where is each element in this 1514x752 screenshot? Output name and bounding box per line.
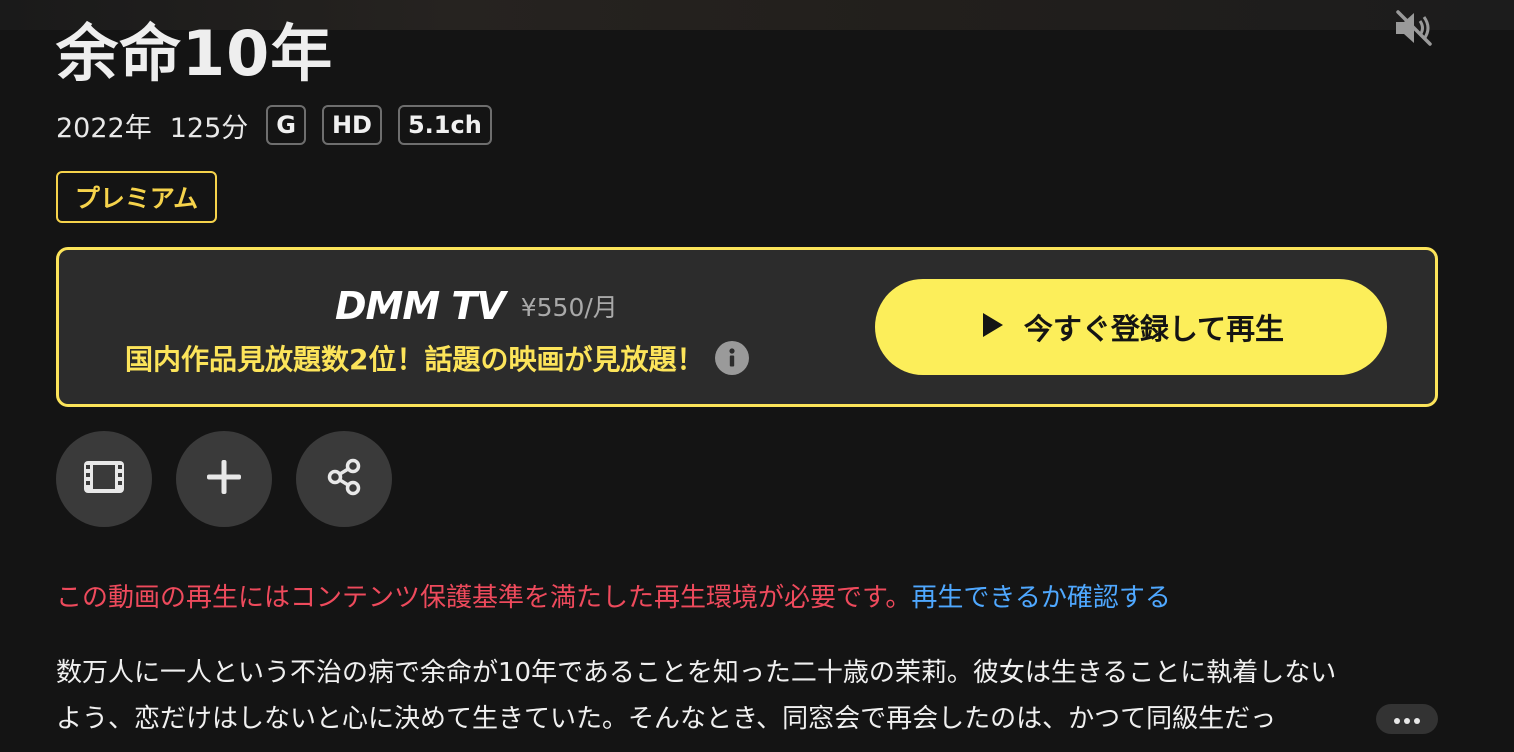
premium-badge: プレミアム: [56, 171, 217, 223]
promo-subtitle: 国内作品見放題数2位！話題の映画が見放題！: [125, 336, 749, 380]
meta-info: 2022年 125分 G HD 5.1ch: [56, 103, 508, 147]
expand-synopsis-button[interactable]: [1376, 704, 1438, 734]
subscription-promo: DMM TV ¥550/月 国内作品見放題数2位！話題の映画が見放題！ 今すぐ登…: [56, 247, 1438, 407]
promo-subtitle-text: 国内作品見放題数2位！話題の映画が見放題！: [125, 343, 705, 376]
drm-warning-text: この動画の再生にはコンテンツ保護基準を満たした再生環境が必要です。: [56, 583, 912, 613]
info-icon[interactable]: [714, 341, 749, 375]
share-icon: [324, 457, 364, 501]
subscribe-play-button[interactable]: 今すぐ登録して再生: [875, 279, 1387, 375]
plus-icon: [204, 457, 244, 501]
drm-notice: この動画の再生にはコンテンツ保護基準を満たした再生環境が必要です。再生できるか確…: [56, 578, 1171, 618]
add-to-list-button[interactable]: [176, 431, 272, 527]
duration: 125分: [169, 112, 249, 144]
trailer-button[interactable]: [56, 431, 152, 527]
quality-badge: HD: [321, 105, 382, 145]
page-title: 余命10年: [56, 17, 334, 90]
synopsis-line: 数万人に一人という不治の病で余命が10年であることを知った二十歳の茉莉。彼女は生…: [56, 658, 1337, 688]
synopsis-line: よう、恋だけはしないと心に決めて生きていた。そんなとき、同窓会で再会したのは、か…: [56, 704, 1277, 734]
promo-price: ¥550/月: [520, 293, 618, 322]
mute-icon: [1392, 8, 1436, 52]
more-icon: [1393, 710, 1421, 729]
synopsis: 数万人に一人という不治の病で余命が10年であることを知った二十歳の茉莉。彼女は生…: [56, 650, 1446, 742]
audio-badge: 5.1ch: [397, 105, 492, 145]
play-icon: [978, 311, 1006, 343]
action-buttons: [56, 431, 392, 527]
dmm-tv-logo: DMM TV: [335, 284, 506, 328]
subscribe-play-label: 今すぐ登録して再生: [1023, 312, 1285, 346]
film-icon: [82, 459, 126, 499]
promo-header: DMM TV ¥550/月: [335, 284, 618, 328]
release-year: 2022年: [56, 112, 152, 144]
share-button[interactable]: [296, 431, 392, 527]
rating-badge: G: [266, 105, 306, 145]
mute-button[interactable]: [1390, 8, 1438, 52]
check-playback-link[interactable]: 再生できるか確認する: [911, 583, 1170, 613]
